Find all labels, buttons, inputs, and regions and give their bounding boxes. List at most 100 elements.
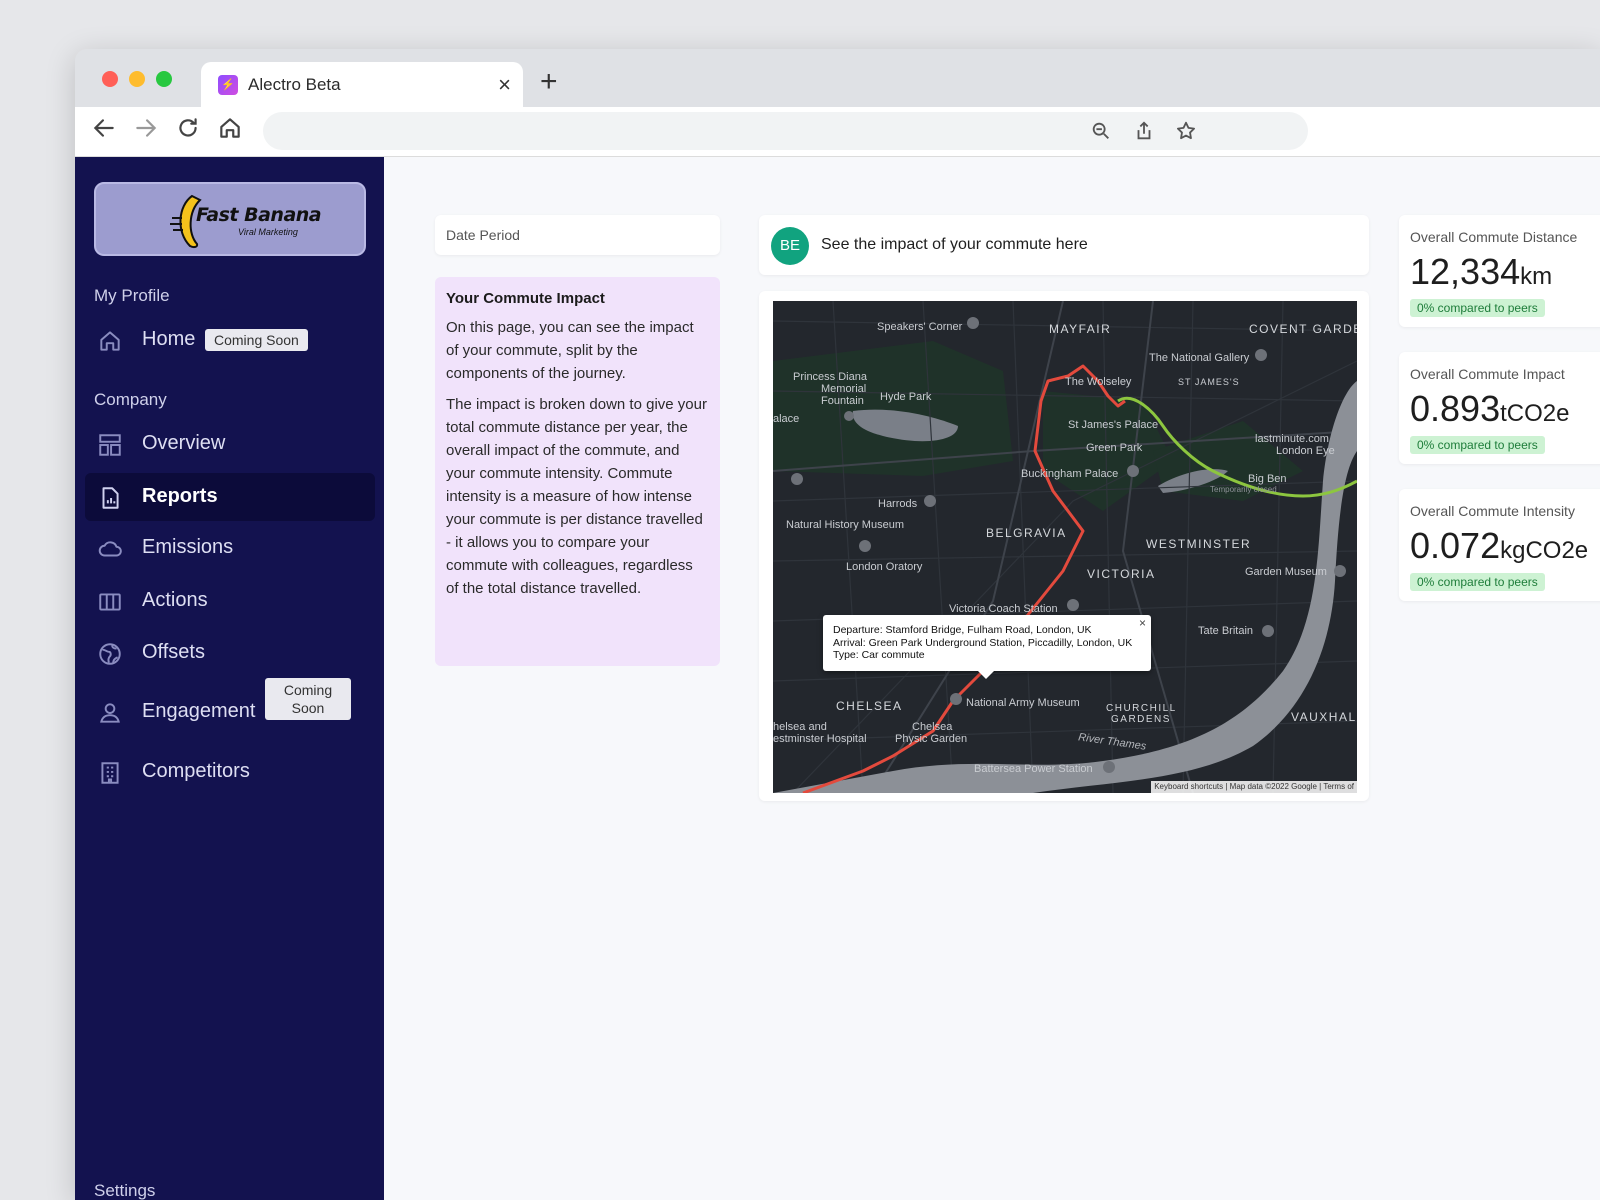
sidebar-item-settings[interactable]: Settings <box>94 1181 155 1200</box>
date-period-filter[interactable]: Date Period <box>435 215 720 255</box>
map-label: alace <box>773 413 800 425</box>
map-label: VAUXHALL <box>1291 710 1357 724</box>
intro-card: BE See the impact of your commute here <box>759 215 1369 275</box>
sidebar-item-overview[interactable]: Overview <box>85 420 375 468</box>
map-label: Buckingham Palace <box>1021 468 1119 480</box>
sidebar-item-competitors[interactable]: Competitors <box>85 748 375 796</box>
coming-soon-badge: Coming Soon <box>265 678 351 720</box>
map-label: helsea and <box>773 721 827 733</box>
section-my-profile: My Profile <box>94 286 170 305</box>
commute-impact-info: Your Commute Impact On this page, you ca… <box>435 277 720 666</box>
back-icon[interactable] <box>91 115 121 145</box>
app-content: Fast Banana Viral Marketing My Profile H… <box>75 157 1600 1200</box>
section-company: Company <box>94 390 167 409</box>
map-label: London Eye <box>1276 445 1335 457</box>
columns-icon <box>99 593 121 611</box>
minimize-window-button[interactable] <box>129 71 145 87</box>
stat-title: Overall Commute Distance <box>1410 229 1578 245</box>
map-label: MAYFAIR <box>1049 322 1112 336</box>
report-icon <box>102 487 119 509</box>
popup-close-icon[interactable]: × <box>1139 616 1146 630</box>
stat-value: 0.072kgCO2e <box>1410 525 1589 566</box>
sidebar-item-label: Competitors <box>142 760 250 782</box>
impact-paragraph: On this page, you can see the impact of … <box>446 319 694 382</box>
stat-card-distance: Overall Commute Distance 12,334km 0% com… <box>1399 215 1600 327</box>
popup-departure: Departure: Stamford Bridge, Fulham Road,… <box>833 624 1092 636</box>
sidebar-item-engagement[interactable]: Engagement Coming Soon <box>85 678 375 736</box>
reload-icon[interactable] <box>175 115 205 145</box>
sidebar-item-emissions[interactable]: Emissions <box>85 524 375 572</box>
browser-tab[interactable]: ⚡ Alectro Beta × <box>201 62 523 108</box>
logo-tagline: Viral Marketing <box>238 227 298 237</box>
coming-soon-badge: Coming Soon <box>205 329 308 351</box>
stat-value: 12,334km <box>1410 251 1553 292</box>
map-label: CHURCHILL <box>1106 703 1177 714</box>
tab-title: Alectro Beta <box>248 75 341 94</box>
company-logo[interactable]: Fast Banana Viral Marketing <box>94 182 366 256</box>
sidebar-item-label: Offsets <box>142 641 205 663</box>
map-label: Chelsea <box>912 721 953 733</box>
map-label: BELGRAVIA <box>986 526 1067 540</box>
app-favicon-icon: ⚡ <box>218 75 238 95</box>
route-info-popup: Departure: Stamford Bridge, Fulham Road,… <box>823 615 1151 679</box>
commute-map[interactable]: Speakers' Corner MAYFAIR COVENT GARDEN T… <box>773 301 1357 793</box>
home-icon <box>100 331 120 351</box>
map-label: Tate Britain <box>1198 625 1254 637</box>
stat-unit: km <box>1520 263 1553 290</box>
bookmark-star-icon[interactable] <box>1175 120 1197 142</box>
map-label: ST JAMES'S <box>1178 377 1240 387</box>
sidebar-item-actions[interactable]: Actions <box>85 577 375 625</box>
map-label: Fountain <box>821 395 864 407</box>
sidebar-item-home[interactable]: Home Coming Soon <box>85 316 375 364</box>
stat-title: Overall Commute Intensity <box>1410 503 1575 519</box>
browser-toolbar <box>75 107 1600 157</box>
avatar[interactable]: BE <box>771 227 809 265</box>
building-icon <box>101 762 119 784</box>
logo-wordmark: Fast Banana <box>196 204 322 226</box>
map-label: Harrods <box>878 498 918 510</box>
map-label: National Army Museum <box>966 697 1080 709</box>
map-label: GARDENS <box>1111 714 1171 725</box>
impact-paragraph: The impact is broken down to give your t… <box>446 396 707 597</box>
map-label: Hyde Park <box>880 391 932 403</box>
popup-type: Type: Car commute <box>833 649 925 661</box>
popup-tail <box>978 671 994 679</box>
close-window-button[interactable] <box>102 71 118 87</box>
sidebar-item-offsets[interactable]: Offsets <box>85 629 375 677</box>
sidebar-item-label: Emissions <box>142 536 234 558</box>
sidebar-item-label: Overview <box>142 432 226 454</box>
map-label: CHELSEA <box>836 699 903 713</box>
address-bar[interactable] <box>263 112 1308 150</box>
home-browser-icon[interactable] <box>217 115 247 145</box>
map-label: Princess Diana <box>793 371 867 383</box>
map-label: Memorial <box>821 383 867 395</box>
browser-window: ⚡ Alectro Beta × + Fast Banana Viral Mar… <box>75 49 1600 1200</box>
map-label: Victoria Coach Station <box>949 603 1058 615</box>
tab-bar: ⚡ Alectro Beta × + <box>75 49 1600 108</box>
share-icon[interactable] <box>1133 120 1155 142</box>
map-card: Speakers' Corner MAYFAIR COVENT GARDEN T… <box>759 291 1369 801</box>
peer-comparison-badge: 0% compared to peers <box>1410 299 1545 317</box>
dashboard-icon <box>99 434 121 456</box>
maximize-window-button[interactable] <box>156 71 172 87</box>
map-label: Temporarily closed <box>1210 485 1277 494</box>
sidebar-item-reports[interactable]: Reports <box>85 473 375 521</box>
stat-unit: kgCO2e <box>1500 537 1589 564</box>
zoom-icon[interactable] <box>1090 120 1112 142</box>
map-attribution[interactable]: Keyboard shortcuts | Map data ©2022 Goog… <box>1151 781 1357 793</box>
new-tab-button[interactable]: + <box>540 65 558 99</box>
map-label: Green Park <box>1086 442 1143 454</box>
map-label: estminster Hospital <box>773 733 867 745</box>
forward-icon[interactable] <box>133 115 163 145</box>
intro-text: See the impact of your commute here <box>821 236 1088 253</box>
stat-value: 0.893tCO2e <box>1410 388 1570 429</box>
map-label: London Oratory <box>846 561 923 573</box>
stat-card-impact: Overall Commute Impact 0.893tCO2e 0% com… <box>1399 352 1600 464</box>
tab-close-icon[interactable]: × <box>498 72 511 98</box>
map-label: Speakers' Corner <box>877 321 963 333</box>
peer-comparison-badge: 0% compared to peers <box>1410 436 1545 454</box>
map-label: The National Gallery <box>1149 352 1250 364</box>
sidebar-item-label: Actions <box>142 589 208 611</box>
popup-arrival: Arrival: Green Park Underground Station,… <box>833 636 1133 649</box>
sidebar: Fast Banana Viral Marketing My Profile H… <box>75 157 384 1200</box>
